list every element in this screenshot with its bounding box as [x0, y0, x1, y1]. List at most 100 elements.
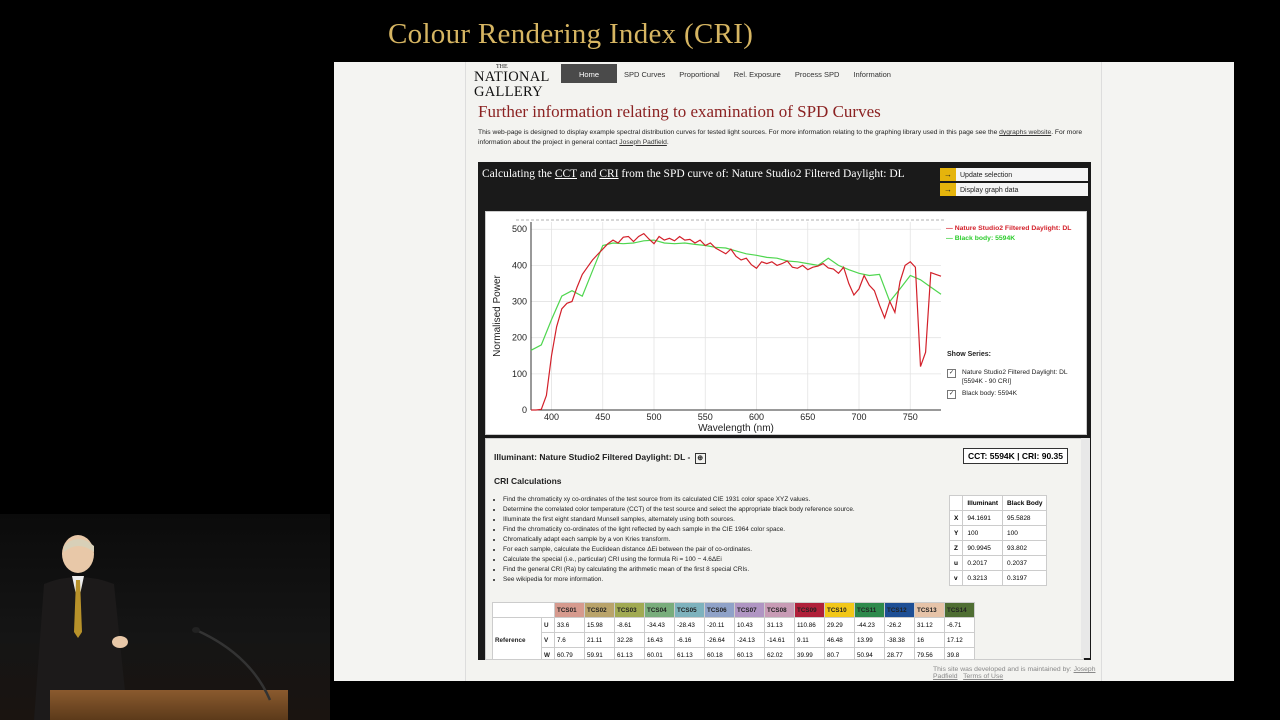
- checkbox[interactable]: ✓: [947, 390, 956, 399]
- slide-title: Colour Rendering Index (CRI): [388, 18, 754, 50]
- step-item: Chromatically adapt each sample by a von…: [503, 535, 953, 545]
- tcs-header-cell: TCS04: [644, 602, 675, 618]
- scrollbar[interactable]: [1081, 438, 1090, 658]
- intro-text: This web-page is designed to display exa…: [478, 129, 1083, 146]
- table-cell: 17.12: [944, 632, 975, 648]
- tcs-header-cell: TCS10: [824, 602, 855, 618]
- table-cell: 10.43: [734, 617, 765, 633]
- contact-link[interactable]: Joseph Padfield: [619, 139, 667, 146]
- cri-steps: Find the chromaticity xy co-ordinates of…: [494, 495, 953, 585]
- table-cell: 31.12: [914, 617, 945, 633]
- x-axis-label: Wavelength (nm): [698, 423, 774, 434]
- calculation-panel: Calculating the CCT and CRI from the SPD…: [478, 162, 1091, 660]
- microphone: [192, 627, 272, 701]
- table-cell: -14.61: [764, 632, 795, 648]
- arrow-right-icon: →: [940, 168, 956, 181]
- table-cell: 61.13: [614, 647, 645, 659]
- tcs-header-cell: TCS07: [734, 602, 765, 618]
- tcs-header-cell: TCS12: [884, 602, 915, 618]
- nav-information[interactable]: Information: [846, 64, 898, 83]
- x-tick-label: 400: [544, 412, 559, 422]
- table-cell: -44.23: [854, 617, 885, 633]
- nav-spd-curves[interactable]: SPD Curves: [617, 64, 672, 83]
- spd-chart[interactable]: 0 100 200 300 400 500 400 450 500 550 600 650 700 750…: [485, 211, 1087, 435]
- row-label: U: [541, 617, 555, 633]
- table-cell: -34.43: [644, 617, 675, 633]
- table-cell: -38.38: [884, 632, 915, 648]
- step-item: Calculate the special (i.e., particular)…: [503, 555, 953, 565]
- nav-home[interactable]: Home: [561, 64, 618, 83]
- nav-rel-exposure[interactable]: Rel. Exposure: [727, 64, 788, 83]
- table-cell: 50.94: [854, 647, 885, 659]
- table-cell: 13.99: [854, 632, 885, 648]
- legend-series-2: — Black body: 5594K: [946, 235, 1016, 242]
- group-label: Reference: [492, 617, 542, 659]
- series-toggle-2[interactable]: ✓ Black body: 5594K: [947, 389, 1082, 399]
- tcs-header-cell: TCS11: [854, 602, 885, 618]
- x-tick-label: 500: [646, 412, 661, 422]
- update-selection-button[interactable]: → Update selection: [940, 168, 1088, 181]
- page-heading: Further information relating to examinat…: [478, 102, 881, 121]
- nav-process-spd[interactable]: Process SPD: [788, 64, 847, 83]
- y-tick-label: 500: [512, 224, 527, 234]
- table-cell: -6.71: [944, 617, 975, 633]
- cri-link[interactable]: CRI: [599, 168, 618, 180]
- nav-proportional[interactable]: Proportional: [672, 64, 726, 83]
- tcs-header-cell: TCS09: [794, 602, 825, 618]
- table-cell: 60.01: [644, 647, 675, 659]
- page-footer: This site was developed and is maintaine…: [933, 666, 1096, 680]
- table-cell: 7.6: [554, 632, 585, 648]
- tcs-header-cell: TCS05: [674, 602, 705, 618]
- tcs-header-cell: TCS06: [704, 602, 735, 618]
- cct-link[interactable]: CCT: [555, 168, 577, 180]
- cct-cri-badge: CCT: 5594K | CRI: 90.35: [963, 448, 1068, 464]
- table-cell: 46.48: [824, 632, 855, 648]
- table-cell: -6.16: [674, 632, 705, 648]
- tcs-header-cell: TCS13: [914, 602, 945, 618]
- tcs-header-cell: TCS03: [614, 602, 645, 618]
- table-cell: 39.99: [794, 647, 825, 659]
- web-page: THE NATIONAL GALLERY Home SPD Curves Pro…: [465, 62, 1102, 681]
- x-tick-label: 750: [903, 412, 918, 422]
- display-graph-data-button[interactable]: → Display graph data: [940, 183, 1088, 196]
- table-cell: 39.8: [944, 647, 975, 659]
- table-cell: -20.11: [704, 617, 735, 633]
- terms-link[interactable]: Terms of Use: [963, 673, 1003, 680]
- dygraphs-link[interactable]: dygraphs website: [999, 129, 1051, 136]
- show-series-heading: Show Series:: [947, 351, 991, 358]
- table-cell: 62.02: [764, 647, 795, 659]
- table-cell: 15.98: [584, 617, 615, 633]
- table-row: Y 100 100: [948, 525, 1048, 541]
- series-toggle-1[interactable]: ✓ Nature Studio2 Filtered Daylight: DL [5…: [947, 368, 1082, 386]
- table-cell: 59.91: [584, 647, 615, 659]
- checkbox[interactable]: ✓: [947, 369, 956, 378]
- table-cell: 33.6: [554, 617, 585, 633]
- arrow-right-icon: →: [940, 183, 956, 196]
- tcs-header-cell: TCS14: [944, 602, 975, 618]
- table-cell: -8.61: [614, 617, 645, 633]
- table-cell: -24.13: [734, 632, 765, 648]
- tcs-header-cell: TCS01: [554, 602, 585, 618]
- x-tick-label: 450: [595, 412, 610, 422]
- legend-series-1: — Nature Studio2 Filtered Daylight: DL: [946, 225, 1072, 232]
- expand-icon[interactable]: ⊕: [694, 453, 706, 464]
- tcs-header-cell: TCS08: [764, 602, 795, 618]
- table-cell: 29.29: [824, 617, 855, 633]
- table-cell: 60.18: [704, 647, 735, 659]
- table-cell: -26.64: [704, 632, 735, 648]
- table-cell: 110.86: [794, 617, 825, 633]
- y-tick-label: 300: [512, 297, 527, 307]
- cri-panel: Illuminant: Nature Studio2 Filtered Dayl…: [485, 438, 1084, 660]
- table-cell: 80.7: [824, 647, 855, 659]
- step-item: Find the chromaticity co-ordinates of th…: [503, 525, 953, 535]
- table-cell: 21.11: [584, 632, 615, 648]
- table-row: u 0.2017 0.2037: [948, 555, 1048, 571]
- table-header-row: TCS01 TCS02 TCS03 TCS04 TCS05 TCS06 TCS07 TCS08…: [492, 602, 975, 618]
- national-gallery-logo[interactable]: THE NATIONAL GALLERY: [474, 64, 550, 99]
- y-tick-label: 200: [512, 333, 527, 343]
- y-tick-label: 400: [512, 260, 527, 270]
- series-line-1: [531, 232, 942, 411]
- table-cell: 32.28: [614, 632, 645, 648]
- table-row: Z 90.9945 93.802: [948, 540, 1048, 556]
- illuminant-label: Illuminant: Nature Studio2 Filtered Dayl…: [494, 452, 706, 464]
